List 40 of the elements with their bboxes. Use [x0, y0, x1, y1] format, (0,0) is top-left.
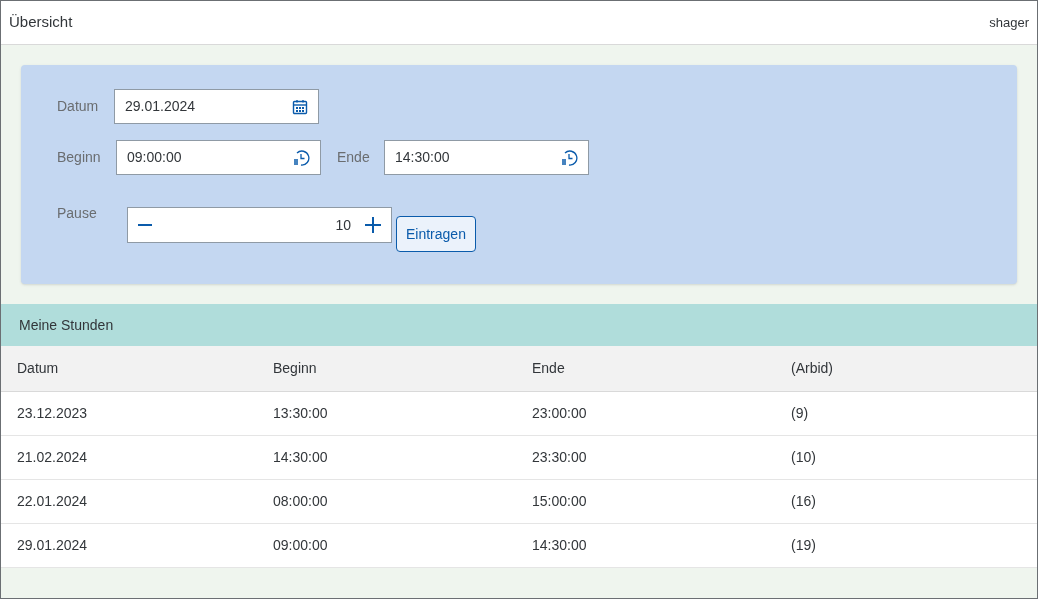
column-header: Datum	[16, 359, 60, 378]
field-label: Ende	[337, 148, 371, 167]
submit-button[interactable]: Eintragen	[396, 216, 476, 252]
column-header: Ende	[531, 359, 566, 378]
plus-icon[interactable]	[365, 217, 381, 233]
clock-icon[interactable]	[292, 148, 310, 167]
table-cell-text: 15:00:00	[531, 492, 588, 511]
table-cell-text: 22.01.2024	[16, 492, 89, 511]
input-field[interactable]: 29.01.2024	[114, 89, 319, 124]
table-cell-text: 23.12.2023	[16, 404, 89, 423]
table-cell-text: 08:00:00	[272, 492, 329, 511]
field-value: 29.01.2024	[125, 97, 196, 116]
field-label: Beginn	[57, 148, 102, 167]
table-cell-text: 23:00:00	[531, 404, 588, 423]
table-cell-text: 14:30:00	[272, 448, 329, 467]
field-value: 09:00:00	[127, 148, 182, 167]
section-title: Meine Stunden	[19, 315, 114, 335]
column-header: Beginn	[272, 359, 318, 378]
stepper-value: 10	[335, 215, 351, 235]
column-header: (Arbid)	[790, 359, 834, 378]
table-cell-text: 29.01.2024	[16, 536, 89, 555]
table-cell-text: (16)	[790, 492, 817, 511]
table-cell-text: (9)	[790, 404, 810, 423]
table-cell-text: 23:30:00	[531, 448, 588, 467]
table-cell-text: 14:30:00	[531, 536, 588, 555]
table-cell-text: 09:00:00	[272, 536, 329, 555]
field-label: Datum	[57, 97, 100, 116]
clock-icon[interactable]	[560, 148, 578, 167]
page-title: Übersicht	[9, 12, 73, 33]
input-field[interactable]: 09:00:00	[116, 140, 321, 175]
input-field[interactable]: 14:30:00	[384, 140, 589, 175]
table-cell-text: 13:30:00	[272, 404, 329, 423]
table-cell-text: (19)	[790, 536, 817, 555]
table-cell-text: (10)	[790, 448, 817, 467]
field-label: Pause	[57, 204, 98, 223]
calendar-icon[interactable]	[292, 98, 308, 115]
table-cell-text: 21.02.2024	[16, 448, 89, 467]
stepper-field[interactable]: 10	[127, 207, 392, 243]
user-name: shager	[989, 13, 1029, 32]
field-value: 14:30:00	[395, 148, 450, 167]
